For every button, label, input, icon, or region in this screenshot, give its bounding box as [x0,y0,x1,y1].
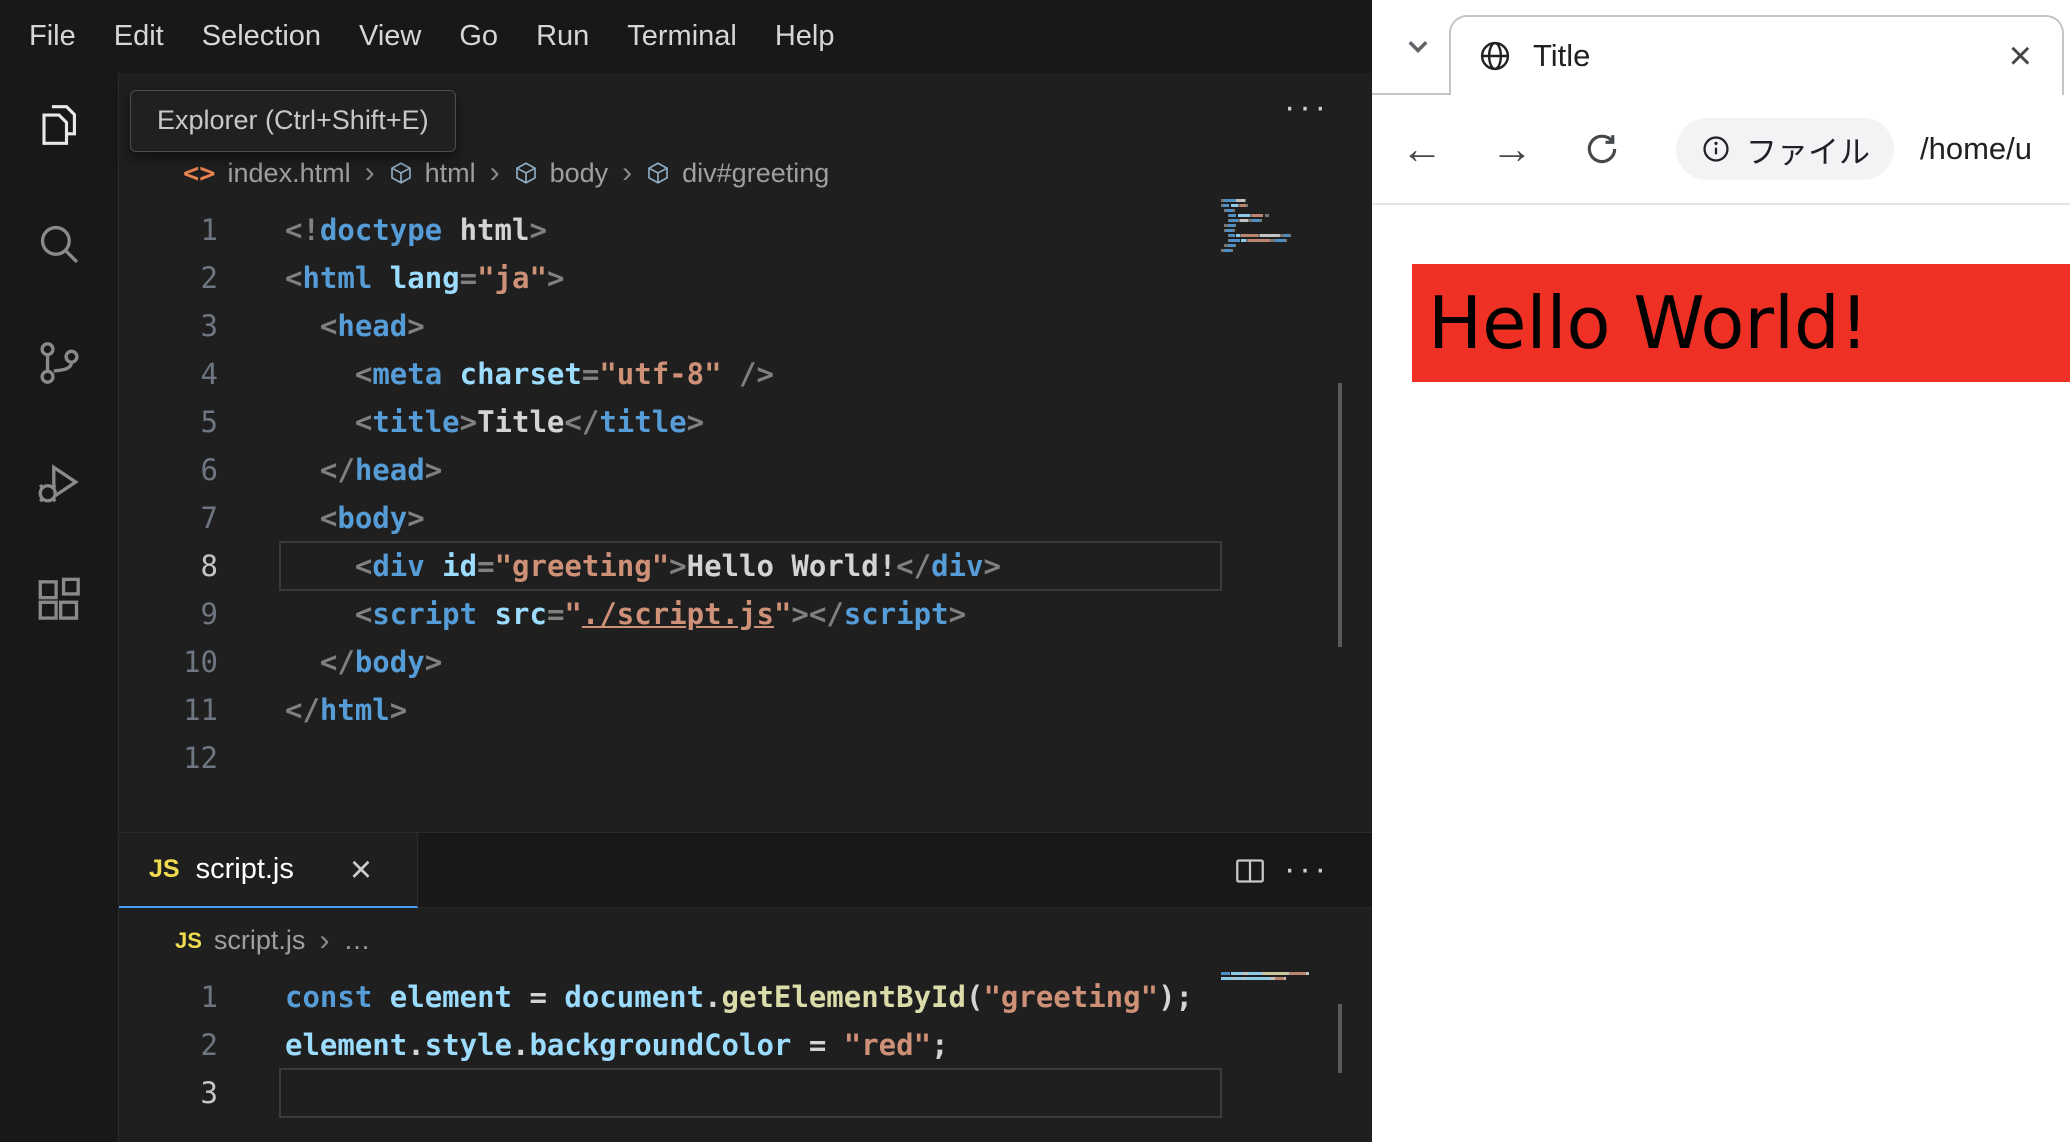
code-line-1[interactable]: 1 <!doctype html> [119,206,1372,254]
breadcrumb-ellipsis[interactable]: … [343,925,370,956]
browser-page: Hello World! [1372,207,2070,1142]
url-scheme-chip[interactable]: ファイル [1676,118,1894,180]
breadcrumb-file[interactable]: index.html [228,158,351,189]
breadcrumb: JS script.js › … [119,908,1372,973]
vscode-window: File Edit Selection View Go Run Terminal… [0,0,1372,1142]
editor-tab-bar: JS script.js × ··· [119,833,1372,908]
back-icon[interactable]: ← [1401,125,1443,173]
js-code-editor[interactable]: 1 const element = document.getElementById… [119,973,1372,1142]
editor-actions-more-icon[interactable]: ··· [1284,849,1330,889]
code-line-2[interactable]: 2 element.style.backgroundColor = "red"; [119,1021,1372,1069]
breadcrumb-separator: › [319,923,330,957]
code-line-10[interactable]: 10 </body> [119,638,1372,686]
breadcrumb-item-html[interactable]: html [425,158,476,189]
code-line-1[interactable]: 1 const element = document.getElementById… [119,973,1372,1021]
split-editor-icon[interactable] [1232,853,1268,894]
symbol-cube-icon [389,161,413,185]
menu-file[interactable]: File [10,20,95,53]
symbol-cube-icon [646,161,670,185]
tab-label: script.js [195,853,294,885]
editor-area: ··· <> index.html › html › body › div#gr… [119,73,1372,1142]
code-line-4[interactable]: 4 <meta charset="utf-8" /> [119,350,1372,398]
js-file-icon: JS [149,855,180,883]
explorer-icon[interactable] [26,92,92,158]
html-file-icon: <> [183,157,216,189]
code-line-2[interactable]: 2 <html lang="ja"> [119,254,1372,302]
explorer-tooltip: Explorer (Ctrl+Shift+E) [130,90,456,152]
scrollbar[interactable] [1338,383,1342,647]
menu-edit[interactable]: Edit [95,20,183,53]
tab-close-icon[interactable]: × [350,851,372,889]
breadcrumb-separator: › [622,156,633,189]
menu-view[interactable]: View [340,20,440,53]
breadcrumb-separator: › [364,156,375,189]
tab-script-js[interactable]: JS script.js × [119,833,418,908]
breadcrumb-file[interactable]: script.js [214,925,306,956]
browser-tab-title: Title [1533,38,1591,73]
breadcrumb-separator: › [489,156,500,189]
tab-close-icon[interactable]: × [2009,36,2032,76]
code-line-3[interactable]: 3 <head> [119,302,1372,350]
browser-tab[interactable]: Title × [1449,15,2064,95]
browser-toolbar: ← → ファイル /home/u [1372,95,2070,205]
menu-selection[interactable]: Selection [183,20,340,53]
menu-terminal[interactable]: Terminal [608,20,756,53]
minimap[interactable] [1221,971,1313,986]
reload-icon[interactable] [1582,130,1622,168]
code-line-3[interactable]: 3 [119,1068,1372,1118]
forward-icon[interactable]: → [1491,125,1533,173]
code-line-5[interactable]: 5 <title>Title</title> [119,398,1372,446]
html-code-editor[interactable]: 1 <!doctype html> 2 <html lang="ja"> 3 <head… [119,206,1372,832]
info-icon [1700,133,1732,165]
greeting-div: Hello World! [1412,264,2070,382]
js-file-icon: JS [175,927,202,953]
js-editor: JS script.js × ··· JS script.js › … 1 con… [119,832,1372,1142]
search-icon[interactable] [26,211,92,277]
browser-tab-strip: Title × [1372,0,2070,95]
code-line-7[interactable]: 7 <body> [119,494,1372,542]
editor-actions-more-icon[interactable]: ··· [1284,87,1330,127]
activity-bar [0,73,119,1142]
code-line-6[interactable]: 6 </head> [119,446,1372,494]
menu-run[interactable]: Run [517,20,608,53]
code-line-9[interactable]: 9 <script src="./script.js"></script> [119,590,1372,638]
run-and-debug-icon[interactable] [26,449,92,515]
source-control-icon[interactable] [26,330,92,396]
chevron-down-icon[interactable] [1400,28,1436,69]
breadcrumb-item-body[interactable]: body [550,158,609,189]
menu-help[interactable]: Help [756,20,854,53]
breadcrumb-item-div-greeting[interactable]: div#greeting [682,158,829,189]
symbol-cube-icon [514,161,538,185]
scrollbar[interactable] [1338,1004,1342,1073]
browser-window: Title × ← → ファイル /home/u Hello World! [1372,0,2070,1142]
menu-bar: File Edit Selection View Go Run Terminal… [0,0,1372,73]
code-line-11[interactable]: 11 </html> [119,686,1372,734]
scheme-chip-label: ファイル [1746,134,1870,170]
html-editor: ··· <> index.html › html › body › div#gr… [119,73,1372,832]
menu-go[interactable]: Go [440,20,517,53]
address-bar-url[interactable]: /home/u [1920,131,2032,167]
globe-icon [1477,38,1513,74]
screen: File Edit Selection View Go Run Terminal… [0,0,2070,1142]
extensions-icon[interactable] [26,568,92,634]
code-line-12[interactable]: 12 [119,734,1372,782]
code-line-8[interactable]: 8 <div id="greeting">Hello World!</div> [119,541,1372,591]
minimap[interactable] [1221,198,1313,258]
